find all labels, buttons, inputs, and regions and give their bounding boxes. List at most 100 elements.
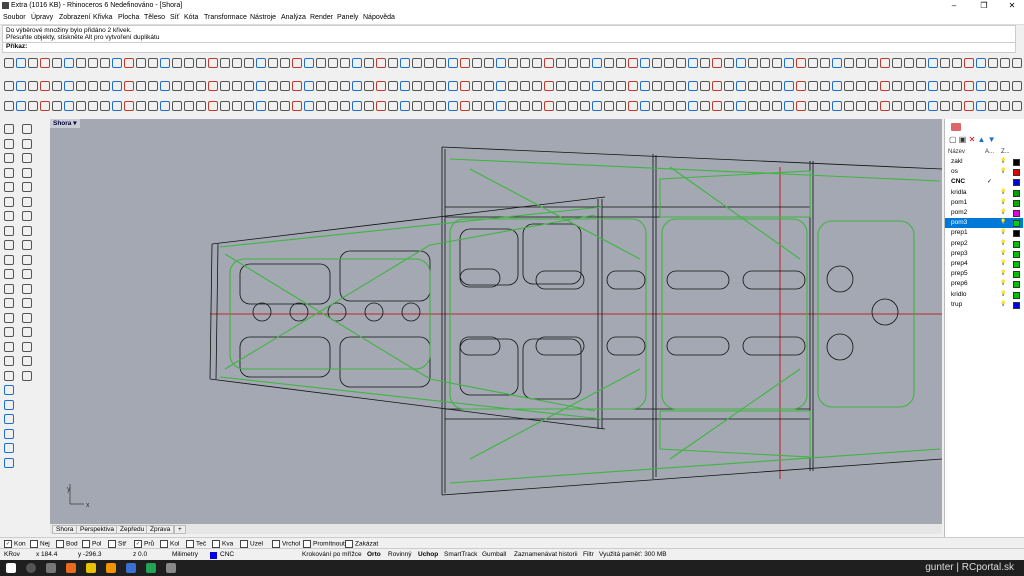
layer-visibility-bulb-icon[interactable]: 💡 [1000, 168, 1006, 174]
firefox-icon[interactable] [66, 563, 76, 573]
layer-row[interactable]: pom2 💡 [945, 208, 1023, 218]
move-up-icon[interactable]: ▲ [978, 135, 986, 144]
layer-row[interactable]: pom1 💡 [945, 198, 1023, 208]
toolbar-tool-icon[interactable] [544, 81, 554, 91]
viewport-title-tab[interactable]: Shora ▾ [50, 119, 80, 128]
toolbar-tool-icon[interactable] [580, 81, 590, 91]
toolbar-tool-icon[interactable] [76, 101, 86, 111]
toolbar-tool-icon[interactable] [568, 101, 578, 111]
left-tool-icon[interactable] [22, 225, 32, 236]
toolbar-tool-icon[interactable] [592, 101, 602, 111]
layer-color-swatch[interactable] [1013, 250, 1020, 258]
menu-zobrazeni[interactable]: Zobrazení [59, 14, 91, 21]
layer-color-swatch[interactable] [1013, 271, 1020, 279]
toolbar-tool-icon[interactable] [160, 101, 170, 111]
layer-color-swatch[interactable] [1013, 220, 1020, 228]
toolbar-tool-icon[interactable] [124, 101, 134, 111]
toolbar-tool-icon[interactable] [220, 81, 230, 91]
layer-visibility-bulb-icon[interactable]: 💡 [1000, 260, 1006, 266]
viewport-shora[interactable]: y x [50, 119, 942, 524]
toolbar-tool-icon[interactable] [40, 101, 50, 111]
left-tool-icon[interactable] [22, 341, 32, 352]
toolbar-tool-icon[interactable] [508, 58, 518, 68]
left-tool-icon[interactable] [4, 457, 14, 468]
menu-soubor[interactable]: Soubor [3, 14, 26, 21]
add-viewport-tab[interactable]: + [174, 525, 186, 534]
toolbar-tool-icon[interactable] [688, 81, 698, 91]
toolbar-tool-icon[interactable] [412, 58, 422, 68]
osnap-checkbox[interactable] [303, 540, 311, 548]
toolbar-tool-icon[interactable] [700, 58, 710, 68]
app-icon[interactable] [126, 563, 136, 573]
toolbar-tool-icon[interactable] [1000, 101, 1010, 111]
toolbar-tool-icon[interactable] [376, 81, 386, 91]
toolbar-tool-icon[interactable] [928, 58, 938, 68]
toolbar-tool-icon[interactable] [304, 81, 314, 91]
toolbar-tool-icon[interactable] [376, 58, 386, 68]
toolbar-tool-icon[interactable] [256, 81, 266, 91]
left-tool-icon[interactable] [4, 167, 14, 178]
layers-tab-icon[interactable] [951, 123, 961, 131]
filter-toggle[interactable]: Filtr [583, 551, 594, 558]
toolbar-tool-icon[interactable] [940, 81, 950, 91]
toolbar-tool-icon[interactable] [736, 58, 746, 68]
layer-row[interactable]: prep2 💡 [945, 239, 1023, 249]
move-down-icon[interactable]: ▼ [988, 135, 996, 144]
toolbar-tool-icon[interactable] [976, 81, 986, 91]
toolbar-tool-icon[interactable] [208, 58, 218, 68]
layer-visibility-bulb-icon[interactable]: 💡 [1000, 189, 1006, 195]
toolbar-tool-icon[interactable] [868, 58, 878, 68]
toolbar-tool-icon[interactable] [172, 58, 182, 68]
left-tool-icon[interactable] [22, 153, 32, 163]
toolbar-tool-icon[interactable] [844, 101, 854, 111]
minimize-button[interactable]: – [944, 0, 964, 12]
osnap-option[interactable]: Vrchol [272, 540, 300, 548]
left-tool-icon[interactable] [4, 211, 14, 221]
osnap-option[interactable]: Kva [212, 540, 233, 548]
toolbar-tool-icon[interactable] [604, 81, 614, 91]
left-tool-icon[interactable] [4, 196, 14, 207]
toolbar-tool-icon[interactable] [592, 58, 602, 68]
tab-zprava[interactable]: Zprava [146, 525, 175, 534]
left-tool-icon[interactable] [22, 269, 32, 279]
toolbar-tool-icon[interactable] [616, 101, 626, 111]
toolbar-tool-icon[interactable] [328, 81, 338, 91]
layer-visibility-bulb-icon[interactable]: 💡 [1000, 250, 1006, 256]
layer-row[interactable]: prep1 💡 [945, 228, 1023, 238]
left-tool-icon[interactable] [4, 312, 14, 323]
toolbar-tool-icon[interactable] [916, 101, 926, 111]
toolbar-tool-icon[interactable] [760, 58, 770, 68]
toolbar-tool-icon[interactable] [280, 81, 290, 91]
toolbar-tool-icon[interactable] [856, 81, 866, 91]
toolbar-tool-icon[interactable] [760, 81, 770, 91]
toolbar-tool-icon[interactable] [556, 81, 566, 91]
maximize-button[interactable]: ❐ [974, 0, 994, 12]
toolbar-tool-icon[interactable] [88, 101, 98, 111]
left-tool-icon[interactable] [4, 370, 14, 381]
toolbar-tool-icon[interactable] [352, 81, 362, 91]
layer-color-swatch[interactable] [1013, 199, 1020, 207]
layer-color-swatch[interactable] [1013, 230, 1020, 238]
toolbar-tool-icon[interactable] [340, 81, 350, 91]
toolbar-tool-icon[interactable] [784, 101, 794, 111]
toolbar-tool-icon[interactable] [748, 101, 758, 111]
toolbar-tool-icon[interactable] [604, 58, 614, 68]
toolbar-tool-icon[interactable] [604, 101, 614, 111]
toolbar-tool-icon[interactable] [640, 101, 650, 111]
osnap-checkbox[interactable] [160, 540, 168, 548]
toolbar-tool-icon[interactable] [472, 81, 482, 91]
toolbar-tool-icon[interactable] [616, 58, 626, 68]
layer-color-swatch[interactable] [1013, 210, 1020, 217]
toolbar-tool-icon[interactable] [232, 101, 242, 111]
toolbar-tool-icon[interactable] [16, 101, 26, 111]
toolbar-tool-icon[interactable] [352, 101, 362, 111]
left-tool-icon[interactable] [4, 240, 14, 250]
toolbar-tool-icon[interactable] [472, 101, 482, 111]
toolbar-tool-icon[interactable] [244, 101, 254, 111]
toolbar-tool-icon[interactable] [736, 81, 746, 91]
left-tool-icon[interactable] [4, 124, 14, 134]
gumball-toggle[interactable]: Gumball [482, 551, 506, 558]
layer-visibility-bulb-icon[interactable]: 💡 [1000, 270, 1006, 276]
toolbar-tool-icon[interactable] [796, 81, 806, 91]
toolbar-tool-icon[interactable] [280, 101, 290, 111]
